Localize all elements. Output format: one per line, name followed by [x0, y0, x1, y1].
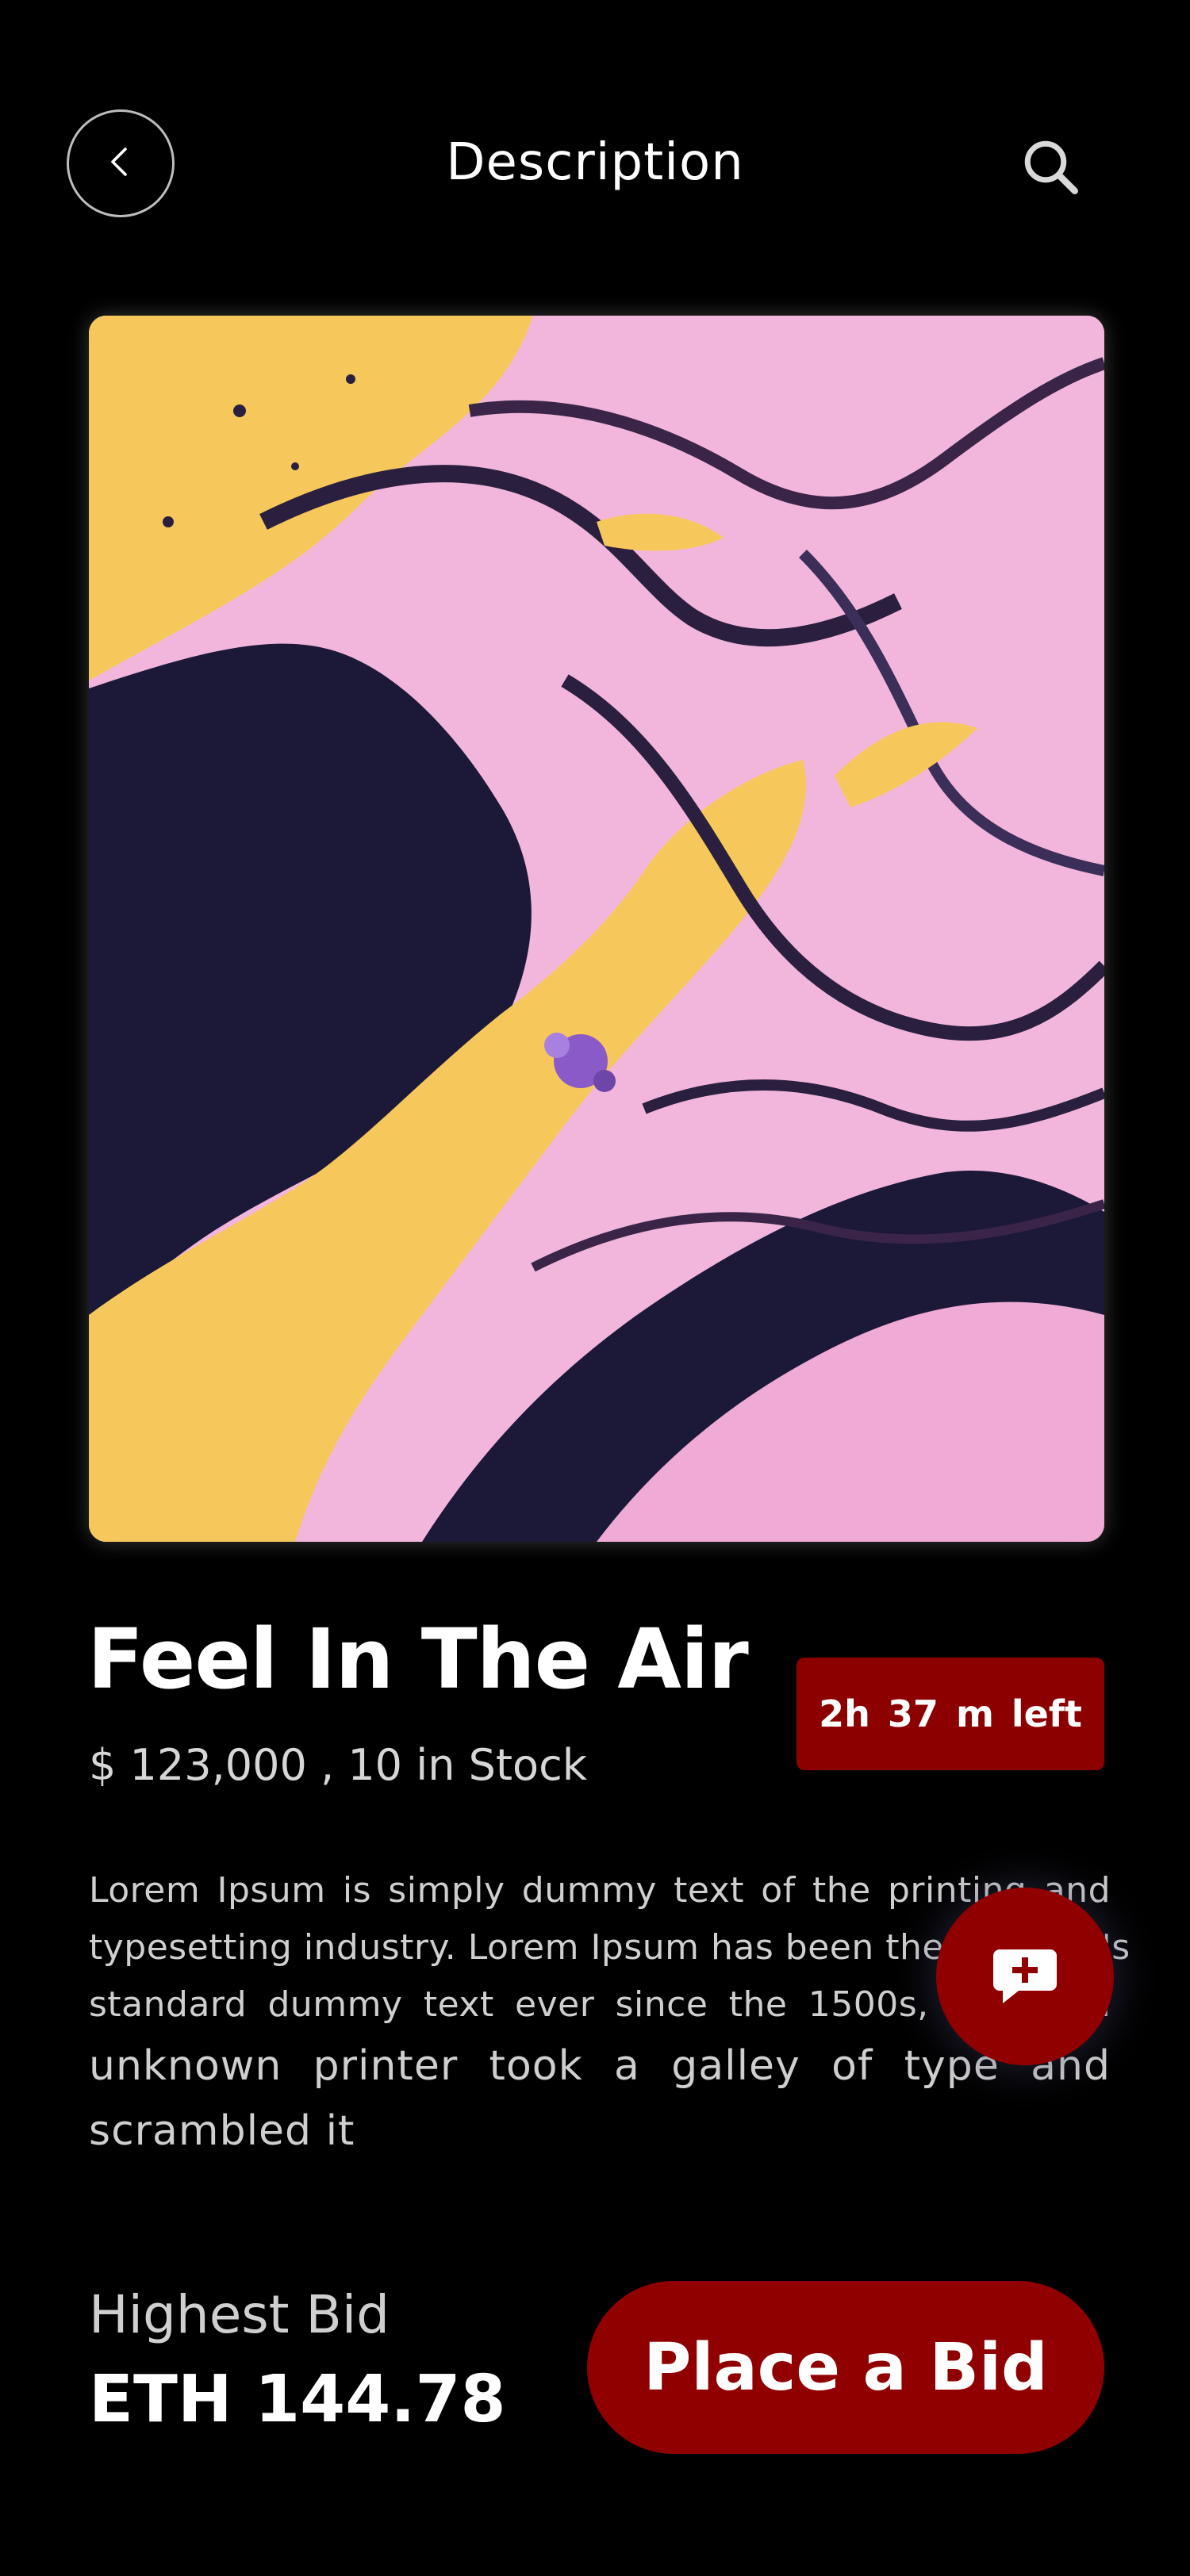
- highest-bid-label: Highest Bid: [89, 2284, 390, 2345]
- highest-bid-value: ETH 144.78: [89, 2362, 506, 2437]
- price-stock-text: $ 123,000 , 10 in Stock: [89, 1740, 588, 1790]
- time-left-badge: 2h 37 m left: [797, 1658, 1104, 1770]
- chat-fab-button[interactable]: [936, 1888, 1114, 2065]
- description-line: scrambled it: [89, 2107, 355, 2155]
- artwork-title: Feel In The Air: [87, 1611, 749, 1708]
- place-bid-button[interactable]: Place a Bid: [587, 2281, 1104, 2454]
- page-title: Description: [446, 133, 744, 192]
- search-button[interactable]: [1015, 133, 1087, 205]
- description-line: Lorem Ipsum is simply dummy text of the …: [89, 1870, 1111, 1911]
- chat-add-icon: [987, 1937, 1063, 2016]
- description-line: unknown printer took a galley of type an…: [89, 2042, 1111, 2090]
- search-icon: [1018, 134, 1084, 204]
- artwork-image: [89, 316, 1104, 1542]
